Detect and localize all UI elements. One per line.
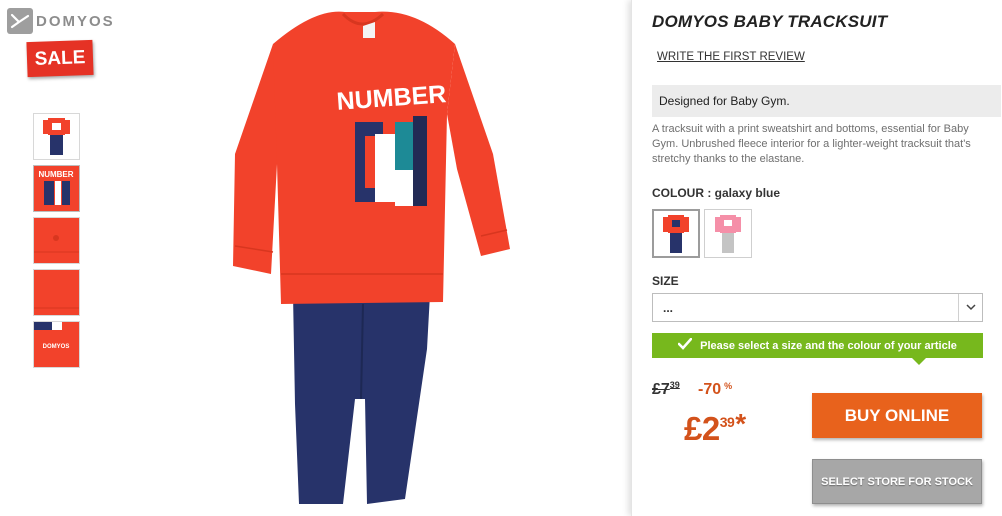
svg-text:DOMYOS: DOMYOS <box>43 344 70 350</box>
product-title: DOMYOS BABY TRACKSUIT <box>652 12 888 31</box>
brand-logo[interactable]: DOMYOS <box>7 8 115 34</box>
price-asterisk: * <box>735 408 746 439</box>
brand-name: DOMYOS <box>36 12 115 30</box>
print-closeup-thumbnail: NUMBER <box>34 166 79 211</box>
new-price-main: £2 <box>684 410 720 447</box>
selection-alert: Please select a size and the colour of y… <box>652 333 983 358</box>
sale-badge: SALE <box>26 39 94 78</box>
old-price-pence: 39 <box>669 380 680 390</box>
discount-value: -70 <box>698 381 722 398</box>
colour-swatch-red-navy[interactable] <box>652 209 700 258</box>
thumb-fabric-closeup[interactable] <box>33 269 80 316</box>
new-price: £239* <box>684 408 746 448</box>
colour-label-text: COLOUR : <box>652 186 715 200</box>
domyos-logo-icon <box>7 8 33 34</box>
select-store-button[interactable]: SELECT STORE FOR STOCK <box>812 459 982 504</box>
check-icon <box>677 337 693 353</box>
pink-grey-swatch-image <box>715 215 741 253</box>
write-review-link[interactable]: WRITE THE FIRST REVIEW <box>657 51 805 63</box>
size-label: SIZE <box>652 274 679 288</box>
new-price-pence: 39 <box>719 414 735 430</box>
alert-pointer <box>912 358 926 365</box>
thumbnail-list: NUMBER DOMYOS <box>33 113 80 373</box>
product-description: A tracksuit with a print sweatshirt and … <box>652 123 971 165</box>
old-price: £739 <box>652 380 680 399</box>
logo-closeup-thumbnail: DOMYOS <box>34 322 79 367</box>
discount-badge: -70% <box>698 381 732 399</box>
fabric-closeup-thumbnail <box>34 270 79 315</box>
button-closeup-thumbnail <box>34 218 79 263</box>
old-price-main: £7 <box>652 381 670 398</box>
product-tagline: Designed for Baby Gym. <box>652 85 1001 117</box>
product-main-image[interactable]: NUMBER <box>225 4 525 514</box>
discount-unit: % <box>724 381 733 391</box>
colour-swatch-pink-grey[interactable] <box>704 209 752 258</box>
thumb-button-closeup[interactable] <box>33 217 80 264</box>
size-select-value: ... <box>663 301 674 315</box>
svg-text:NUMBER: NUMBER <box>38 170 73 179</box>
thumb-full-outfit[interactable] <box>33 113 80 160</box>
tracksuit-thumbnail <box>43 118 70 155</box>
tracksuit-illustration: NUMBER <box>233 11 510 504</box>
colour-value: galaxy blue <box>714 186 781 200</box>
size-select[interactable]: ... <box>652 293 983 322</box>
selection-alert-text: Please select a size and the colour of y… <box>700 339 957 352</box>
thumb-print-closeup[interactable]: NUMBER <box>33 165 80 212</box>
chevron-down-icon[interactable] <box>958 294 982 321</box>
thumb-logo-closeup[interactable]: DOMYOS <box>33 321 80 368</box>
colour-label: COLOUR : galaxy blue <box>652 186 780 200</box>
product-details-panel: DOMYOS BABY TRACKSUIT WRITE THE FIRST RE… <box>631 0 1002 516</box>
buy-online-button[interactable]: BUY ONLINE <box>812 393 982 438</box>
red-navy-swatch-image <box>663 215 689 253</box>
